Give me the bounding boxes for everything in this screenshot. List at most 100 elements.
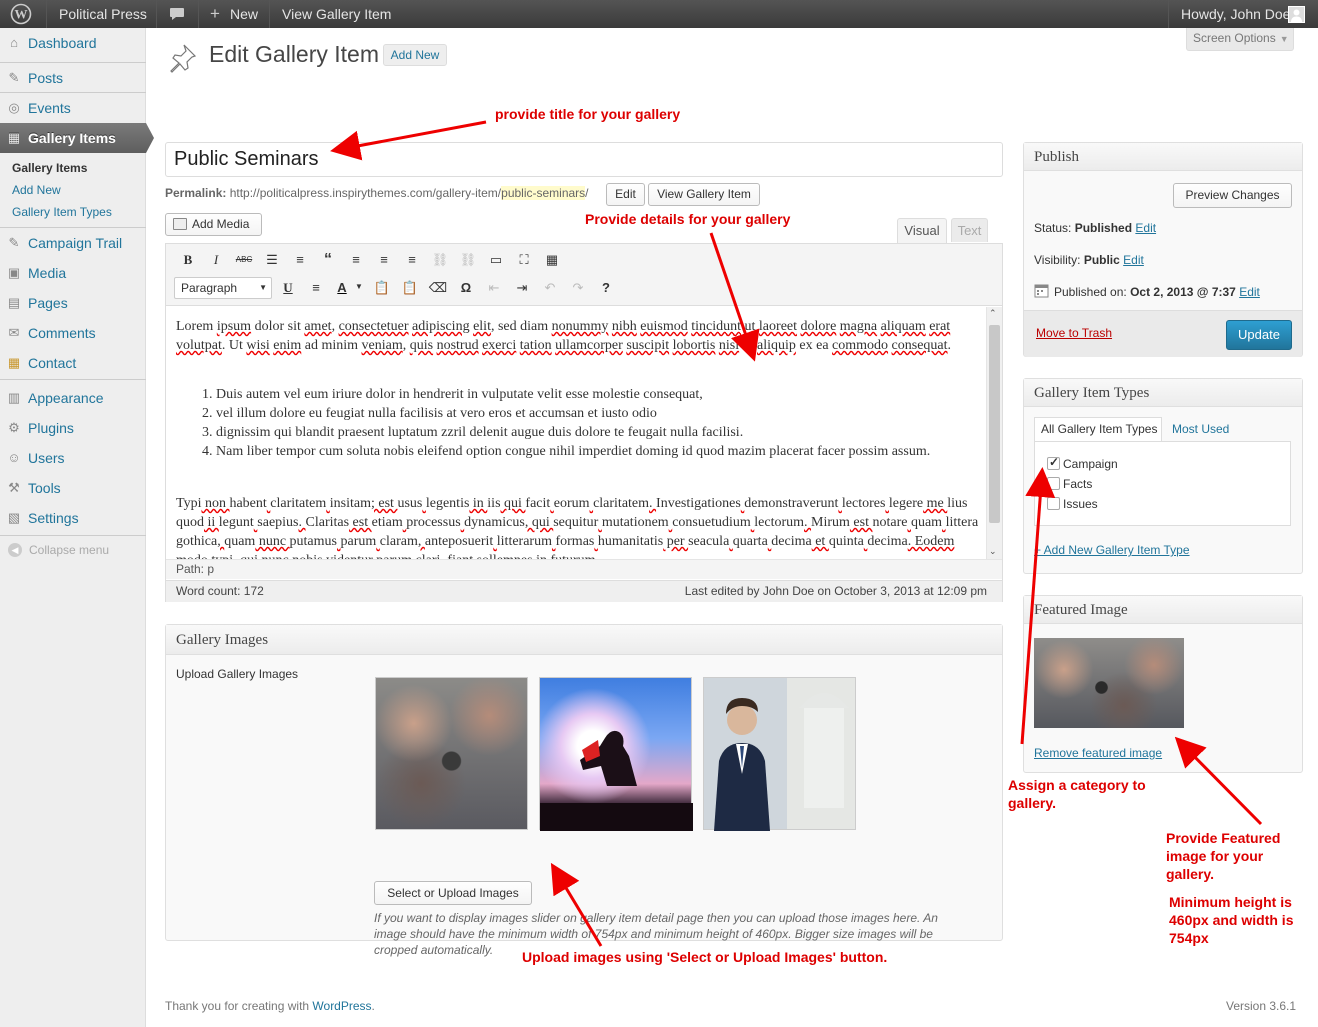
gallery-photo-microphone[interactable] [375,677,528,830]
paste-word-icon[interactable]: 📋 [400,278,420,298]
numbered-list-icon[interactable]: ≡ [290,250,310,270]
avatar[interactable] [1288,6,1305,23]
checkbox-issues[interactable] [1047,497,1060,510]
menu-pages[interactable]: ▤ Pages [0,288,146,318]
edit-permalink-button[interactable]: Edit [606,183,645,206]
justify-icon[interactable]: ≡ [306,278,326,298]
edit-status-link[interactable]: Edit [1135,221,1156,235]
post-editor: B I ABC ☰ ≡ “ ≡ ≡ ≡ ⛓ ⛓ ▭ ⛶ ▦ Paragraph ▼… [165,243,1003,602]
checkbox-campaign[interactable]: ✓ [1047,455,1060,470]
undo-icon[interactable]: ↶ [540,278,560,298]
scrollbar-thumb[interactable] [989,325,1000,523]
align-center-icon[interactable]: ≡ [374,250,394,270]
collapse-menu-link[interactable]: Collapse menu [29,543,109,557]
preview-changes-button[interactable]: Preview Changes [1173,183,1292,208]
menu-appearance[interactable]: ▥ Appearance [0,383,146,413]
edit-date-link[interactable]: Edit [1239,285,1260,299]
label-facts[interactable]: Facts [1063,477,1092,491]
italic-icon[interactable]: I [206,250,226,270]
fullscreen-icon[interactable]: ⛶ [514,250,534,270]
site-name-link[interactable]: Political Press [59,0,147,28]
pushpin-icon [166,42,198,74]
editor-scrollbar[interactable]: ⌃ ⌄ [986,307,1002,559]
gallery-photo-megaphone[interactable] [539,677,693,831]
indent-icon[interactable]: ⇥ [512,278,532,298]
wordpress-link[interactable]: WordPress [312,999,371,1013]
last-edited: Last edited by John Doe on October 3, 20… [684,584,987,598]
ordered-list: Duis autem vel eum iriure dolor in hendr… [216,385,961,461]
permalink-slug[interactable]: public-seminars [501,186,586,200]
label-campaign[interactable]: Campaign [1063,457,1118,471]
comments-icon[interactable] [169,0,189,28]
kitchen-sink-icon[interactable]: ▦ [542,250,562,270]
outdent-icon[interactable]: ⇤ [484,278,504,298]
help-icon[interactable]: ? [596,278,616,298]
move-to-trash-link[interactable]: Move to Trash [1036,326,1112,340]
misspelled-word: in [469,496,488,511]
misspelled-word: qui [500,496,526,511]
more-tag-icon[interactable]: ▭ [486,250,506,270]
screen-options-tab[interactable]: Screen Options ▼ [1186,28,1294,51]
howdy-user-link[interactable]: Howdy, John Doe [1181,0,1290,28]
bold-icon[interactable]: B [178,250,198,270]
underline-icon[interactable]: U [278,278,298,298]
new-link[interactable]: New [230,0,258,28]
menu-posts[interactable]: ✎ Posts [0,63,146,93]
submenu-gallery-item-types[interactable]: Gallery Item Types [12,205,112,219]
paste-text-icon[interactable]: 📋 [372,278,392,298]
menu-tools[interactable]: ⚒ Tools [0,473,146,503]
align-left-icon[interactable]: ≡ [346,250,366,270]
blockquote-icon[interactable]: “ [318,250,338,270]
add-new-button[interactable]: Add New [383,44,447,66]
submenu-gallery-items[interactable]: Gallery Items [12,161,87,175]
update-button[interactable]: Update [1226,320,1292,350]
select-upload-images-button[interactable]: Select or Upload Images [374,881,532,905]
special-character-icon[interactable]: Ω [456,278,476,298]
clear-formatting-icon[interactable]: ⌫ [428,278,448,298]
misspelled-word: consequat [891,338,948,353]
edit-visibility-link[interactable]: Edit [1123,253,1144,267]
checkbox-facts[interactable] [1047,477,1060,490]
menu-dashboard[interactable]: ⌂ Dashboard [0,28,146,58]
editor-content[interactable]: Lorem ipsum dolor sit amet, consectetuer… [166,307,1002,559]
tab-visual[interactable]: Visual [897,218,947,244]
tab-text[interactable]: Text [951,218,988,242]
menu-contact[interactable]: ▦ Contact [0,348,146,378]
redo-icon[interactable]: ↷ [568,278,588,298]
view-gallery-item-button[interactable]: View Gallery Item [648,183,760,206]
menu-settings[interactable]: ▧ Settings [0,503,146,533]
misspelled-word: . [804,515,812,530]
add-media-button[interactable]: Add Media [165,213,262,236]
remove-featured-image-link[interactable]: Remove featured image [1034,746,1162,760]
bullet-list-icon[interactable]: ☰ [262,250,282,270]
submenu-add-new[interactable]: Add New [12,183,61,197]
chevron-down-icon[interactable]: ⌄ [989,546,997,557]
menu-gallery-items[interactable]: ▦ Gallery Items [0,123,154,153]
strikethrough-icon[interactable]: ABC [234,250,254,270]
gallery-photo-businessman[interactable] [703,677,856,831]
menu-media[interactable]: ▣ Media [0,258,146,288]
menu-users[interactable]: ☺ Users [0,443,146,473]
menu-comments[interactable]: ✉ Comments [0,318,146,348]
label-issues[interactable]: Issues [1063,497,1098,511]
triangle-down-icon[interactable]: ▼ [355,282,363,291]
collapse-arrow-icon[interactable]: ◀ [8,543,22,557]
add-new-type-link[interactable]: + Add New Gallery Item Type [1034,543,1190,557]
chevron-up-icon[interactable]: ⌃ [989,308,997,319]
featured-image-thumbnail[interactable] [1034,638,1184,728]
post-title-input[interactable]: Public Seminars [165,142,1003,177]
menu-events[interactable]: ◎ Events [0,93,146,123]
unlink-icon[interactable]: ⛓ [458,250,478,270]
menu-plugins[interactable]: ⚙ Plugins [0,413,146,443]
link-icon[interactable]: ⛓ [430,250,450,270]
tab-all-types[interactable]: All Gallery Item Types [1034,417,1162,441]
view-gallery-item-link[interactable]: View Gallery Item [282,0,391,28]
tab-most-used[interactable]: Most Used [1172,422,1229,436]
format-select[interactable]: Paragraph ▼ [174,277,272,299]
text-color-icon[interactable]: A [332,278,352,298]
plus-icon[interactable]: + [210,0,220,28]
menu-campaign-trail[interactable]: ✎ Campaign Trail [0,228,146,258]
align-right-icon[interactable]: ≡ [402,250,422,270]
misspelled-word: ullamcorper [555,338,623,353]
wordpress-logo-icon[interactable]: W [10,0,36,28]
